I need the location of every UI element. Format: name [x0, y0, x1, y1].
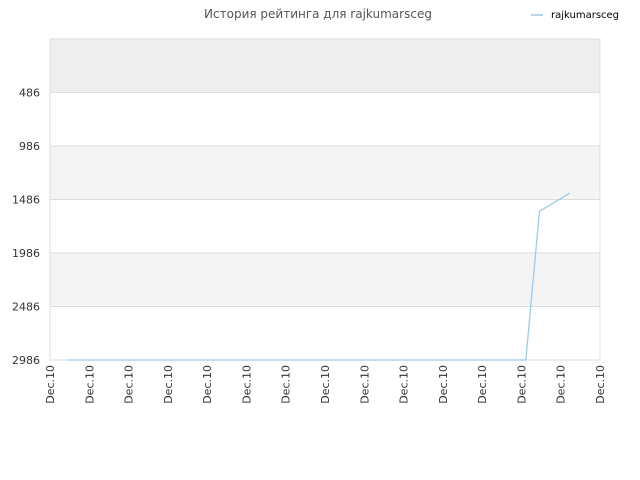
y-tick-label: 986	[19, 140, 40, 153]
x-axis-ticks: Dec.10 Dec.10 Dec.10 Dec.10 Dec.10 Dec.10 Dec.…	[44, 365, 607, 404]
plot-band	[50, 39, 600, 93]
x-tick-label: Dec.10	[123, 365, 136, 404]
x-tick-label: Dec.10	[280, 365, 293, 404]
x-tick-label: Dec.10	[162, 365, 175, 404]
x-tick-label: Dec.10	[319, 365, 332, 404]
x-tick-label: Dec.10	[555, 365, 568, 404]
x-tick-label: Dec.10	[476, 365, 489, 404]
x-tick-label: Dec.10	[594, 365, 607, 404]
x-tick-label: Dec.10	[201, 365, 214, 404]
y-axis-ticks: 486 986 1486 1986 2486 2986	[12, 87, 40, 368]
plot-band	[50, 253, 600, 307]
x-tick-label: Dec.10	[44, 365, 57, 404]
x-tick-label: Dec.10	[240, 365, 253, 404]
y-tick-label: 2986	[12, 354, 40, 367]
x-tick-label: Dec.10	[398, 365, 411, 404]
chart-title: История рейтинга для rajkumarsceg	[204, 7, 432, 21]
x-tick-label: Dec.10	[358, 365, 371, 404]
legend[interactable]: rajkumarsceg	[531, 10, 619, 21]
y-tick-label: 486	[19, 87, 40, 100]
plot-band	[50, 199, 600, 253]
legend-label[interactable]: rajkumarsceg	[551, 10, 619, 21]
x-tick-label: Dec.10	[437, 365, 450, 404]
y-tick-label: 1486	[12, 194, 40, 207]
x-tick-label: Dec.10	[83, 365, 96, 404]
y-tick-label: 2486	[12, 301, 40, 314]
plot-band	[50, 92, 600, 146]
rating-chart: 4869861486198624862986 Dec.10 Dec.10 Dec.1…	[12, 7, 619, 404]
x-tick-label: Dec.10	[515, 365, 528, 404]
plot-band	[50, 306, 600, 360]
y-tick-label: 1986	[12, 247, 40, 260]
plot-band	[50, 146, 600, 200]
